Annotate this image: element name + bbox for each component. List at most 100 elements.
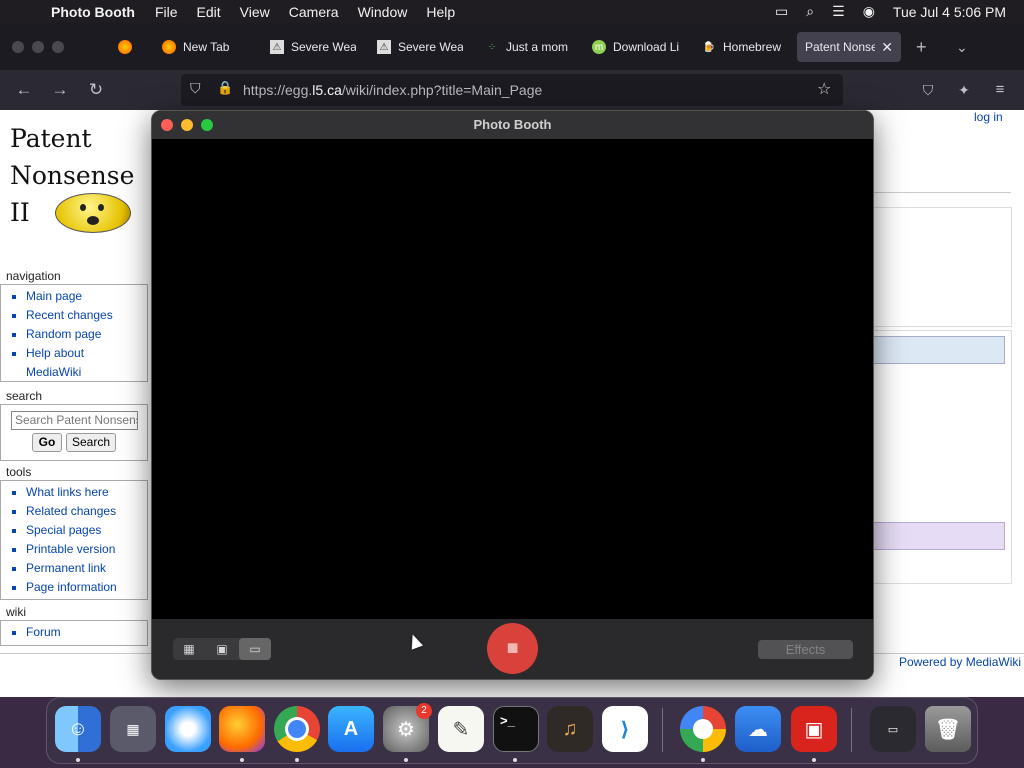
single-photo-mode-button[interactable]: ▣ — [206, 638, 238, 660]
wiki-forum-link[interactable]: Forum — [26, 623, 147, 642]
new-tab-button[interactable]: + — [916, 32, 932, 62]
tab-download-linux[interactable]: m Download Li — [592, 32, 680, 62]
content-divider — [872, 192, 1011, 193]
plus-icon: + — [916, 36, 927, 57]
url-bar[interactable]: ⛉ 🔒 https://egg.l5.ca/wiki/index.php?tit… — [181, 74, 843, 106]
tool-what-links-here[interactable]: What links here — [26, 483, 147, 502]
warning-icon: ⚠ — [270, 40, 284, 54]
close-tab-icon[interactable]: ✕ — [881, 39, 893, 56]
reload-button[interactable]: ↻ — [84, 78, 108, 102]
safari-icon[interactable]: ✧ — [165, 706, 211, 752]
trash-icon[interactable]: 🗑 — [925, 706, 971, 752]
list-tabs-button[interactable]: ⌄ — [956, 32, 972, 62]
tool-special-pages[interactable]: Special pages — [26, 521, 147, 540]
minimize-window-button[interactable] — [32, 41, 44, 53]
chevron-down-icon: ⌄ — [956, 38, 968, 55]
url-text[interactable]: https://egg.l5.ca/wiki/index.php?title=M… — [243, 82, 542, 98]
zoom-window-button[interactable] — [52, 41, 64, 53]
tool-page-information[interactable]: Page information — [26, 578, 147, 597]
powered-by-mediawiki-link[interactable]: Powered by MediaWiki — [899, 655, 1021, 669]
nav-random-page[interactable]: Random page — [26, 325, 147, 344]
bookmark-star-icon[interactable]: ☆ — [817, 79, 831, 99]
status-area: ▭ ⌕ ☰ ◉ Tue Jul 4 5:06 PM — [757, 0, 1006, 23]
menu-window[interactable]: Window — [358, 4, 408, 20]
spotlight-search-icon[interactable]: ⌕ — [806, 3, 814, 20]
beer-icon: 🍺 — [702, 41, 716, 53]
control-center-icon[interactable]: ☰ — [832, 3, 845, 20]
nav-recent-changes[interactable]: Recent changes — [26, 306, 147, 325]
pinned-firefox-tab[interactable] — [118, 32, 138, 62]
tab-severe-weather-2[interactable]: ⚠ Severe Wea — [377, 32, 463, 62]
shield-icon[interactable]: ⛉ — [190, 80, 201, 97]
search-input[interactable]: Search Patent Nonsense — [11, 411, 138, 430]
tab-homebrew[interactable]: 🍺 Homebrew — [702, 32, 788, 62]
navigation-heading: navigation — [6, 269, 61, 283]
recent-window-icon[interactable]: ▭ — [870, 706, 916, 752]
firefox-dock-icon[interactable] — [219, 706, 265, 752]
navigation-toolbar: ← → ↻ ⛉ 🔒 https://egg.l5.ca/wiki/index.p… — [0, 70, 1024, 110]
vscode-icon[interactable]: ⟩ — [602, 706, 648, 752]
zoom-button[interactable] — [201, 119, 213, 131]
tools-portlet: What links here Related changes Special … — [0, 480, 148, 600]
garageband-icon[interactable]: ♫ — [547, 706, 593, 752]
menu-camera[interactable]: Camera — [289, 4, 339, 20]
app-store-icon[interactable]: A — [328, 706, 374, 752]
dock-divider-2 — [851, 708, 852, 752]
loading-icon: ⁘ — [487, 41, 497, 53]
lock-icon[interactable]: 🔒 — [217, 80, 233, 96]
tool-permanent-link[interactable]: Permanent link — [26, 559, 147, 578]
extensions-button[interactable]: ✦ — [952, 78, 976, 102]
login-link[interactable]: log in — [974, 110, 1003, 124]
search-button[interactable]: Search — [66, 433, 116, 452]
video-camera-icon: ■ — [506, 637, 519, 659]
screen-mirroring-icon[interactable]: ▭ — [775, 3, 788, 20]
chrome-profile-icon[interactable] — [680, 706, 726, 752]
warning-icon: ⚠ — [377, 40, 391, 54]
puzzle-icon: ✦ — [958, 82, 970, 98]
app-menu-button[interactable]: ≡ — [988, 78, 1012, 102]
minimize-button[interactable] — [181, 119, 193, 131]
nav-mediawiki[interactable]: MediaWiki — [26, 363, 147, 382]
portrait-icon: ▣ — [216, 642, 228, 656]
menu-app-name[interactable]: Photo Booth — [51, 4, 135, 20]
tab-just-a-moment[interactable]: ⁘ Just a mom — [485, 32, 571, 62]
four-photo-mode-button[interactable]: ▦ — [173, 638, 205, 660]
arrow-left-icon: ← — [15, 80, 33, 99]
pocket-button[interactable]: ⛉ — [916, 78, 940, 102]
launchpad-icon[interactable]: ▦ — [110, 706, 156, 752]
close-window-button[interactable] — [12, 41, 24, 53]
arrow-right-icon: → — [51, 80, 69, 99]
siri-icon[interactable]: ◉ — [863, 3, 875, 20]
wiki-heading: wiki — [6, 605, 26, 619]
clock[interactable]: Tue Jul 4 5:06 PM — [893, 4, 1006, 20]
dock: ☺ ▦ ✧ A ⚙ 2 ✎ >_ ♫ ⟩ ☁ ▣ ▭ 🗑 — [46, 697, 978, 764]
nav-help-about[interactable]: Help about — [26, 344, 147, 363]
tab-new-tab[interactable]: New Tab — [162, 32, 252, 62]
record-button[interactable]: ■ — [487, 623, 538, 674]
go-button[interactable]: Go — [32, 433, 62, 452]
effects-button[interactable]: Effects — [758, 640, 853, 659]
forward-button[interactable]: → — [48, 78, 72, 102]
navigation-portlet: Main page Recent changes Random page Hel… — [0, 284, 148, 382]
nav-main-page[interactable]: Main page — [26, 287, 147, 306]
finder-icon[interactable]: ☺ — [55, 706, 101, 752]
tab-patent-nonsense[interactable]: Patent Nonse ✕ — [797, 32, 901, 62]
tools-heading: tools — [6, 465, 32, 479]
close-button[interactable] — [161, 119, 173, 131]
chrome-icon[interactable] — [274, 706, 320, 752]
video-mode-button[interactable]: ▭ — [239, 638, 271, 660]
firefox-icon — [162, 40, 176, 54]
photo-booth-titlebar[interactable]: Photo Booth — [152, 111, 873, 139]
menu-view[interactable]: View — [240, 4, 270, 20]
back-button[interactable]: ← — [12, 78, 36, 102]
tool-printable-version[interactable]: Printable version — [26, 540, 147, 559]
menu-help[interactable]: Help — [426, 4, 455, 20]
menu-edit[interactable]: Edit — [197, 4, 221, 20]
photo-booth-dock-icon[interactable]: ▣ — [791, 706, 837, 752]
tool-related-changes[interactable]: Related changes — [26, 502, 147, 521]
tab-severe-weather-1[interactable]: ⚠ Severe Wea — [270, 32, 356, 62]
menu-file[interactable]: File — [155, 4, 178, 20]
terminal-icon[interactable]: >_ — [493, 706, 539, 752]
weather-icon[interactable]: ☁ — [735, 706, 781, 752]
textedit-icon[interactable]: ✎ — [438, 706, 484, 752]
